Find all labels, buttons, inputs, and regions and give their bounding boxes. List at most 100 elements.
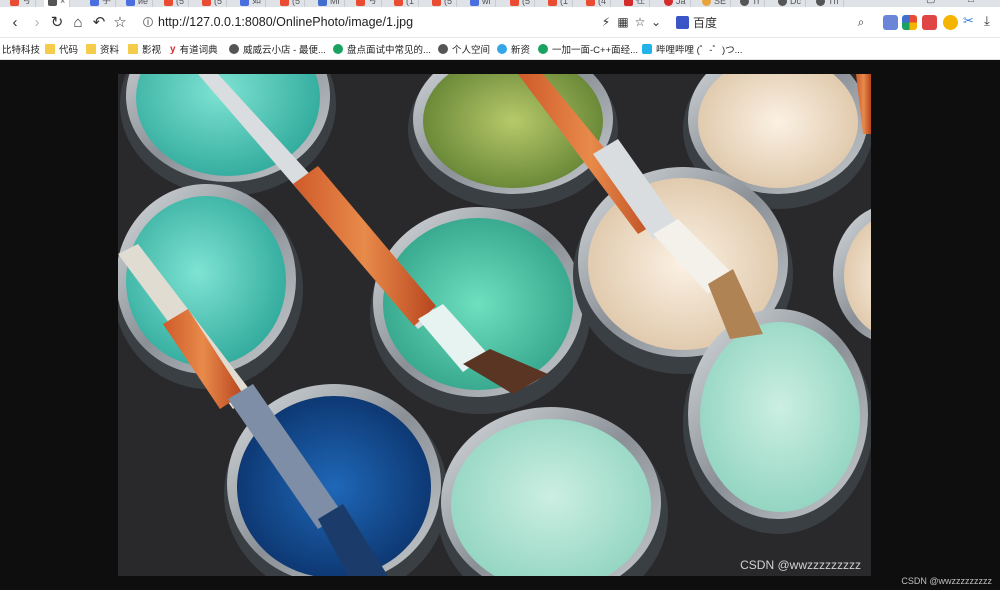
browser-tab[interactable]: (1 (544, 0, 574, 7)
tab-strip: 号 × 学 ие (5 (5 如 (5 Mi 号 (1 (5 wi (5 (1 … (0, 0, 1000, 7)
close-tab-icon[interactable]: × (60, 0, 65, 6)
forward-icon[interactable]: › (28, 13, 46, 31)
globe-icon (816, 0, 825, 6)
browser-tab[interactable]: (1 (390, 0, 420, 7)
browser-tab[interactable]: 如 (236, 0, 267, 7)
browser-tab[interactable]: 号 (6, 0, 37, 7)
browser-tab[interactable]: ие (122, 0, 154, 7)
weibo-icon (664, 0, 673, 6)
back-icon[interactable]: ‹ (6, 13, 24, 31)
folder-icon (86, 44, 96, 54)
browser-tab[interactable]: (5 (198, 0, 228, 7)
globe-icon (740, 0, 749, 6)
csdn-icon (280, 0, 289, 6)
doc-icon (240, 0, 249, 6)
moon-extension-icon[interactable] (943, 15, 958, 30)
browser-tab[interactable]: (4 (582, 0, 612, 7)
browser-tab[interactable]: (5 (506, 0, 536, 7)
csdn-icon (510, 0, 519, 6)
bookmark-folder[interactable]: 资料 (86, 42, 119, 56)
scissors-icon[interactable]: ✂ (963, 13, 978, 28)
csdn-icon (394, 0, 403, 6)
bookmark-item[interactable]: y 有道词典 (170, 42, 218, 57)
site-icon (333, 44, 343, 54)
globe-icon (48, 0, 57, 6)
bookmark-item[interactable]: 威威云小店 - 最便... (229, 42, 326, 56)
bookmark-star-icon[interactable]: ☆ (111, 13, 129, 31)
bilibili-icon (642, 44, 652, 54)
apps-grid-icon[interactable] (902, 15, 917, 30)
doc-icon (470, 0, 479, 6)
photo-watermark: CSDN @wwzzzzzzzzz (740, 558, 861, 572)
site-icon (497, 44, 507, 54)
csdn-icon (164, 0, 173, 6)
displayed-image: CSDN @wwzzzzzzzzz (118, 74, 871, 576)
page-watermark: CSDN @wwzzzzzzzzz (901, 576, 992, 586)
browser-tab[interactable]: Tr (736, 0, 766, 7)
browser-tab[interactable]: 学 (86, 0, 117, 7)
restore-window-icon[interactable]: ▢ (926, 0, 935, 5)
globe-icon (229, 44, 239, 54)
browser-tab[interactable]: wi (466, 0, 496, 7)
search-box[interactable]: 百度 (676, 13, 871, 31)
bookmark-folder[interactable]: 影视 (128, 42, 161, 56)
search-engine-label: 百度 (693, 15, 718, 30)
browser-tab[interactable]: Dc (774, 0, 806, 7)
browser-tab[interactable]: Mi (314, 0, 345, 7)
chevron-down-icon[interactable]: ⌄ (648, 14, 664, 30)
search-icon[interactable]: ⌕ (853, 14, 869, 30)
browser-tab[interactable]: Ja (660, 0, 691, 7)
csdn-icon (202, 0, 211, 6)
bookmark-item[interactable]: 一加一面-C++面经... (538, 42, 638, 56)
doc-icon (90, 0, 99, 6)
bookmark-folder[interactable]: 代码 (45, 42, 78, 56)
minimize-window-icon[interactable]: – (948, 0, 954, 5)
csdn-icon (548, 0, 557, 6)
csdn-icon (432, 0, 441, 6)
browser-tab[interactable]: Th (812, 0, 844, 7)
browser-tab[interactable]: 号 (352, 0, 383, 7)
bookmark-item[interactable]: 盘点面试中常见的... (333, 42, 431, 56)
url-text[interactable]: http://127.0.0.1:8080/OnlinePhoto/image/… (158, 15, 413, 29)
bookmark-item[interactable]: 新资 (497, 42, 530, 56)
folder-icon (128, 44, 138, 54)
favorite-star-icon[interactable]: ☆ (632, 14, 648, 30)
browser-toolbar: ‹ › ↻ ⌂ ↶ ☆ i http://127.0.0.1:8080/Onli… (0, 7, 1000, 38)
csdn-icon (356, 0, 365, 6)
folder-icon (45, 44, 55, 54)
paint-pots-photo (118, 74, 871, 576)
se-icon (702, 0, 711, 6)
browser-tab[interactable]: (5 (428, 0, 458, 7)
doc-icon (126, 0, 135, 6)
bookmarks-bar: 比特科技 代码 资料 影视 y 有道词典 威威云小店 - 最便... 盘点面试中常… (0, 38, 1000, 60)
site-icon (538, 44, 548, 54)
browser-tab[interactable]: (5 (276, 0, 306, 7)
translate-extension-icon[interactable] (883, 15, 898, 30)
mvn-icon (318, 0, 327, 6)
browser-tab[interactable]: 在 (620, 0, 651, 7)
browser-tab-active[interactable]: × (44, 0, 71, 7)
youdao-icon (624, 0, 633, 6)
page-viewport: CSDN @wwzzzzzzzzz CSDN @wwzzzzzzzzz (0, 60, 1000, 590)
pdf-extension-icon[interactable] (922, 15, 937, 30)
baidu-icon (676, 15, 689, 29)
globe-icon (778, 0, 787, 6)
qr-code-icon[interactable]: ▦ (615, 14, 631, 30)
bookmark-item[interactable]: 哔哩哔哩 (゜-゜)つ... (642, 42, 743, 56)
browser-tab[interactable]: SE (698, 0, 732, 7)
globe-icon (438, 44, 448, 54)
home-icon[interactable]: ⌂ (69, 13, 87, 31)
info-icon[interactable]: i (143, 17, 153, 28)
download-icon[interactable]: ⤓ (984, 13, 999, 28)
maximize-window-icon[interactable]: □ (968, 0, 974, 5)
bookmark-item[interactable]: 比特科技 (2, 42, 40, 56)
csdn-icon (10, 0, 19, 6)
csdn-icon (586, 0, 595, 6)
browser-tab[interactable]: (5 (160, 0, 190, 7)
reload-icon[interactable]: ↻ (48, 13, 66, 31)
lightning-icon[interactable]: ⚡ (598, 14, 614, 30)
youdao-icon: y (170, 43, 176, 55)
bookmark-item[interactable]: 个人空间 (438, 42, 490, 56)
address-bar[interactable]: i http://127.0.0.1:8080/OnlinePhoto/imag… (143, 13, 583, 31)
undo-close-icon[interactable]: ↶ (90, 13, 108, 31)
